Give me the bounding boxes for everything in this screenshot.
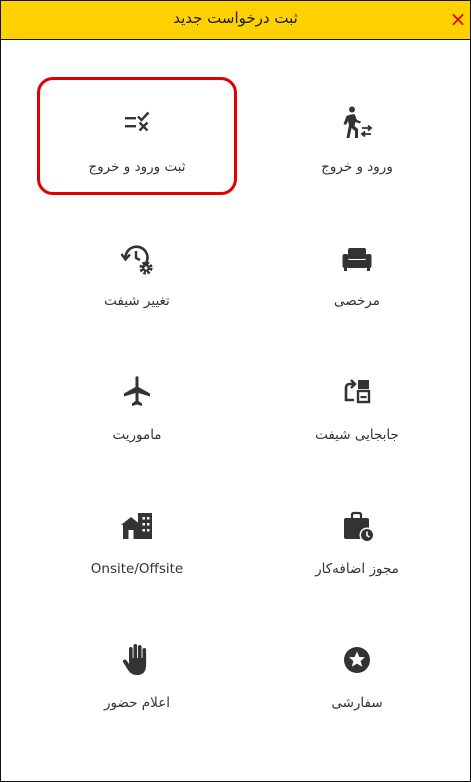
check-cross-list-icon [117,104,157,144]
tile-label: مجوز اضافه‌کار [315,561,399,577]
tile-custom[interactable]: سفارشی [257,613,457,731]
tile-register-entry-exit[interactable]: ثبت ورود و خروج [37,77,237,195]
tile-overtime-permit[interactable]: مجوز اضافه‌کار [257,479,457,597]
new-request-dialog: ثبت درخواست جدید × ثبت ورود و خروج ورود … [0,0,471,782]
raised-hand-icon [117,640,157,680]
tile-label: ماموریت [112,427,162,443]
tile-label: Onsite/Offsite [90,561,184,577]
tile-label: سفارشی [331,695,383,711]
tile-label: جابجایی شیفت [315,427,399,443]
dialog-header: ثبت درخواست جدید × [1,1,470,40]
airplane-icon [117,372,157,412]
tile-label: اعلام حضور [103,695,171,711]
close-icon[interactable]: × [448,7,468,31]
tile-label: مرخصی [334,293,380,309]
tile-label: تغییر شیفت [104,293,170,309]
armchair-icon [337,238,377,278]
tile-onsite-offsite[interactable]: Onsite/Offsite [37,479,237,597]
tile-announce-presence[interactable]: اعلام حضور [37,613,237,731]
dialog-title: ثبت درخواست جدید [173,9,298,27]
request-type-grid: ثبت ورود و خروج ورود و خروج تغییر شیفت م… [1,39,470,781]
tile-shift-swap[interactable]: جابجایی شیفت [257,345,457,463]
tile-change-shift[interactable]: تغییر شیفت [37,211,237,329]
tile-mission[interactable]: ماموریت [37,345,237,463]
star-circle-icon [337,640,377,680]
tile-leave[interactable]: مرخصی [257,211,457,329]
swap-arrow-calendar-icon [337,372,377,412]
briefcase-clock-icon [337,506,377,546]
tile-label: ورود و خروج [321,159,393,175]
history-gear-icon [117,238,157,278]
house-building-icon [117,506,157,546]
walking-person-arrows-icon [337,104,377,144]
tile-entry-exit[interactable]: ورود و خروج [257,77,457,195]
tile-label: ثبت ورود و خروج [88,159,186,175]
